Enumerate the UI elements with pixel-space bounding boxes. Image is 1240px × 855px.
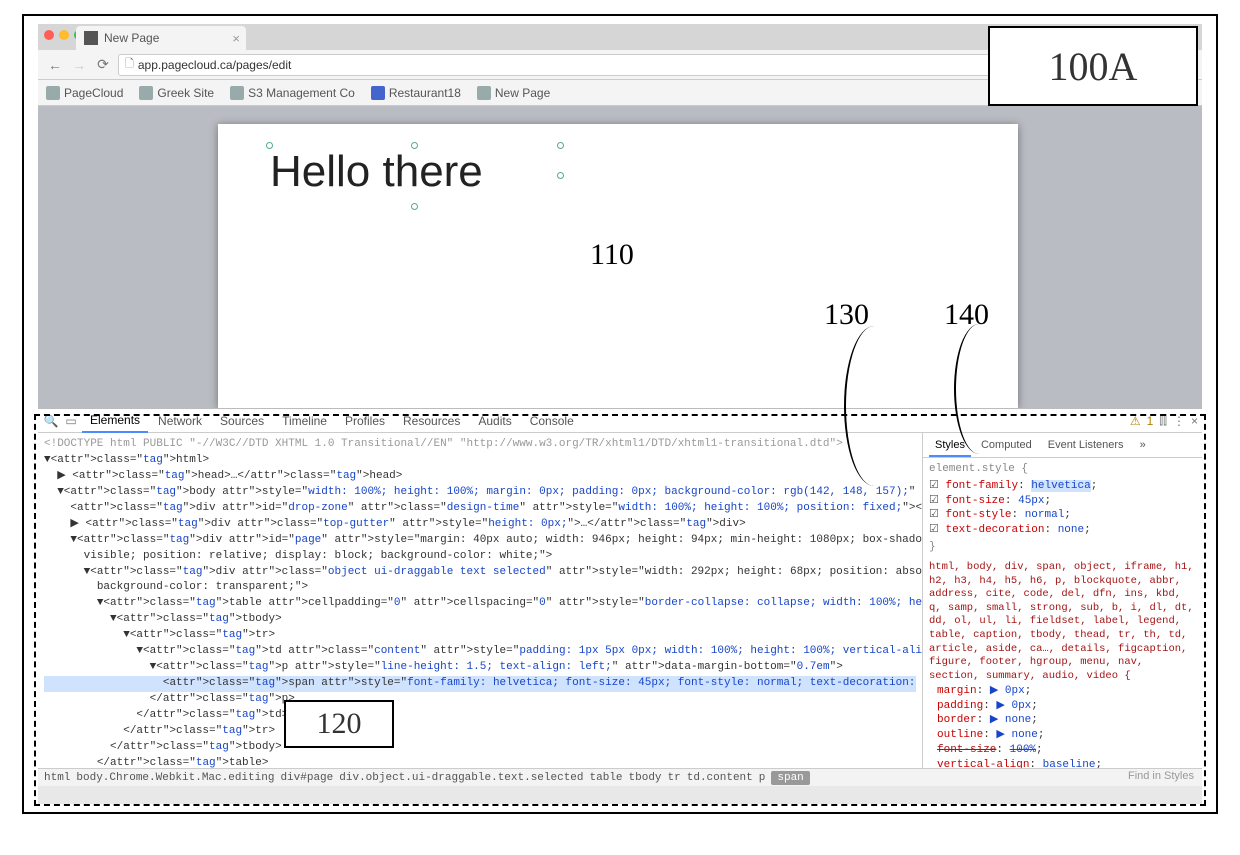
bookmark-icon <box>477 86 491 100</box>
text-content: Hello there <box>270 147 483 196</box>
callout-120: 120 <box>284 700 394 748</box>
devtools-breadcrumb[interactable]: html body.Chrome.Webkit.Mac.editing div#… <box>38 768 1202 786</box>
resize-handle-bc[interactable] <box>411 203 418 210</box>
devtools-tab-console[interactable]: Console <box>522 410 582 432</box>
bookmark-icon <box>46 86 60 100</box>
devtools-panel: 🔍 ▭ Elements Network Sources Timeline Pr… <box>38 408 1202 786</box>
devtools-close-icon[interactable]: × <box>1191 414 1198 428</box>
crumb-item[interactable]: p <box>759 772 766 784</box>
tab-title: New Page <box>104 31 159 45</box>
resize-handle-mr[interactable] <box>557 172 564 179</box>
devtools-tab-sources[interactable]: Sources <box>212 410 272 432</box>
devtools-tab-audits[interactable]: Audits <box>470 410 519 432</box>
devtools-warn-icon[interactable]: ⚠ <box>1130 414 1141 428</box>
reset-prop-row[interactable]: outline: ▶ none; <box>937 728 1196 743</box>
devtools-tab-profiles[interactable]: Profiles <box>337 410 393 432</box>
reset-prop-row[interactable]: padding: ▶ 0px; <box>937 699 1196 714</box>
crumb-item[interactable]: tbody <box>629 772 662 784</box>
style-prop-row[interactable]: font-style: normal; <box>929 508 1196 523</box>
devtools-settings-icon[interactable]: ⋮ <box>1173 414 1185 428</box>
bookmark-restaurant18[interactable]: Restaurant18 <box>371 86 461 100</box>
annot-140: 140 <box>944 298 989 332</box>
crumb-item[interactable]: td.content <box>687 772 753 784</box>
reset-prop-row[interactable]: margin: ▶ 0px; <box>937 684 1196 699</box>
reload-icon[interactable]: ⟳ <box>94 56 112 73</box>
callout-100a: 100A <box>988 26 1198 106</box>
bookmark-pagecloud[interactable]: PageCloud <box>46 86 123 100</box>
crumb-item[interactable]: span <box>771 771 809 785</box>
crumb-item[interactable]: div#page <box>280 772 333 784</box>
resize-handle-tr[interactable] <box>557 142 564 149</box>
resize-handle-tc[interactable] <box>411 142 418 149</box>
bookmark-icon <box>230 86 244 100</box>
styles-tab-more[interactable]: » <box>1134 436 1152 457</box>
bookmark-icon <box>371 86 385 100</box>
bookmark-s3[interactable]: S3 Management Co <box>230 86 355 100</box>
style-prop-row[interactable]: text-decoration: none; <box>929 523 1196 538</box>
resize-handle-tl[interactable] <box>266 142 273 149</box>
browser-tab[interactable]: New Page × <box>76 26 246 50</box>
text-object-selected[interactable]: Hello there <box>270 146 560 206</box>
element-style-props[interactable]: font-family: helvetica;font-size: 45px;f… <box>929 479 1196 538</box>
callout-100a-label: 100A <box>1049 43 1138 90</box>
crumb-item[interactable]: html <box>44 772 70 784</box>
bookmark-greek-site[interactable]: Greek Site <box>139 86 214 100</box>
devtools-tab-network[interactable]: Network <box>150 410 210 432</box>
style-prop-row[interactable]: font-family: helvetica; <box>929 479 1196 494</box>
styles-tab-styles[interactable]: Styles <box>929 436 971 457</box>
styles-tab-event-listeners[interactable]: Event Listeners <box>1042 436 1130 457</box>
element-style-close: } <box>929 540 1196 555</box>
bookmark-new-page[interactable]: New Page <box>477 86 550 100</box>
style-prop-row[interactable]: font-size: 45px; <box>929 494 1196 509</box>
reset-selector-list: html, body, div, span, object, iframe, h… <box>929 561 1196 684</box>
inspect-icon[interactable]: 🔍 <box>42 414 60 428</box>
window-close-icon[interactable] <box>44 30 54 40</box>
dom-tree[interactable]: <!DOCTYPE html PUBLIC "-//W3C//DTD XHTML… <box>38 433 922 768</box>
element-style-heading: element.style { <box>929 462 1196 477</box>
device-mode-icon[interactable]: ▭ <box>62 414 80 428</box>
crumb-item[interactable]: tr <box>668 772 681 784</box>
devtools-tab-elements[interactable]: Elements <box>82 409 148 433</box>
devtools-tabbar: 🔍 ▭ Elements Network Sources Timeline Pr… <box>38 409 1202 433</box>
bookmark-icon <box>139 86 153 100</box>
reset-prop-row[interactable]: border: ▶ none; <box>937 713 1196 728</box>
devtools-tab-timeline[interactable]: Timeline <box>274 410 335 432</box>
reset-prop-row[interactable]: font-size: 100%; <box>937 743 1196 758</box>
forward-icon[interactable]: → <box>70 57 88 73</box>
site-info-icon[interactable]: 🗋 <box>125 55 134 74</box>
crumb-item[interactable]: body.Chrome.Webkit.Mac.editing <box>76 772 274 784</box>
reset-prop-row[interactable]: vertical-align: baseline; <box>937 758 1196 768</box>
browser-window: New Page × ← → ⟳ 🗋 app.pagecloud.ca/page… <box>38 24 1202 804</box>
crumb-item[interactable]: table <box>590 772 623 784</box>
styles-pane[interactable]: Styles Computed Event Listeners » elemen… <box>922 433 1202 768</box>
devtools-tab-resources[interactable]: Resources <box>395 410 468 432</box>
devtools-warn-count: 1 <box>1147 414 1154 428</box>
styles-tabs: Styles Computed Event Listeners » <box>923 433 1202 458</box>
annot-130: 130 <box>824 298 869 332</box>
styles-tab-computed[interactable]: Computed <box>975 436 1038 457</box>
tab-favicon <box>84 31 98 45</box>
window-minimize-icon[interactable] <box>59 30 69 40</box>
tab-close-icon[interactable]: × <box>232 31 240 46</box>
url-text: app.pagecloud.ca/pages/edit <box>138 58 291 72</box>
devtools-drawer-icon[interactable]: ⫿⫿ <box>1159 413 1167 428</box>
annot-110: 110 <box>590 238 634 272</box>
reset-rule-props[interactable]: margin: ▶ 0px;padding: ▶ 0px;border: ▶ n… <box>937 684 1196 768</box>
back-icon[interactable]: ← <box>46 57 64 73</box>
crumb-item[interactable]: div.object.ui-draggable.text.selected <box>339 772 583 784</box>
